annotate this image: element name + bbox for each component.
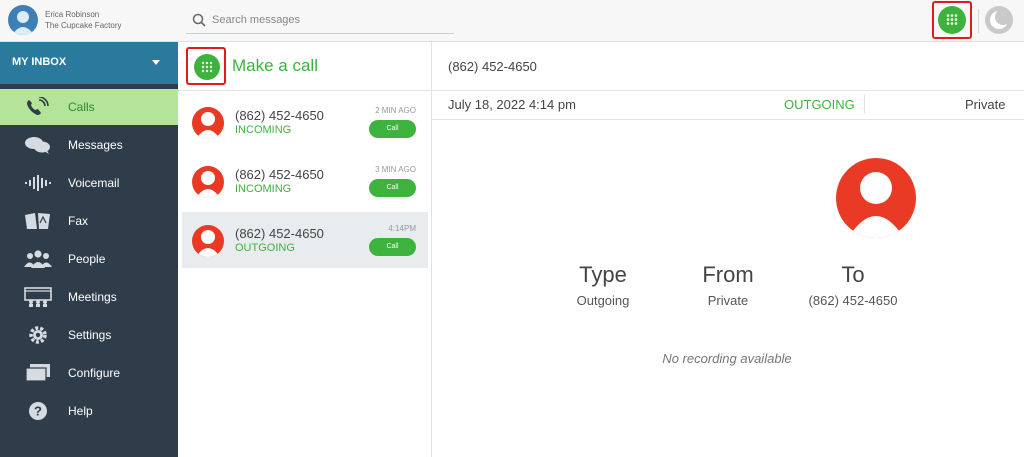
inbox-label: MY INBOX (12, 56, 67, 68)
call-list-panel: Make a call (862) 452-4650 INCOMING 2 MI… (178, 42, 432, 457)
chat-bubbles-icon (25, 137, 50, 154)
dialpad-icon (946, 14, 958, 25)
to-value: (862) 452-4650 (808, 293, 898, 308)
phone-icon (27, 97, 49, 115)
type-label: Type (579, 262, 627, 287)
call-number: (862) 452-4650 (235, 226, 324, 241)
person-icon (196, 171, 220, 198)
sidebar-item-label: Calls (68, 100, 95, 114)
user-avatar[interactable] (8, 5, 38, 35)
divider (432, 90, 1024, 91)
sidebar-item-configure[interactable]: Configure (0, 355, 178, 391)
make-call-button[interactable] (194, 54, 220, 80)
call-time: 2 MIN AGO (375, 106, 416, 115)
divider (432, 119, 1024, 120)
to-label: To (841, 262, 865, 287)
dialpad-button[interactable] (938, 6, 966, 34)
person-icon (12, 11, 34, 35)
from-value: Private (707, 293, 749, 308)
caller-avatar (192, 107, 224, 139)
sidebar-item-people[interactable]: People (0, 241, 178, 277)
call-list-item-selected[interactable]: (862) 452-4650 OUTGOING 4:14PM Call (182, 212, 428, 268)
call-detail-panel: (862) 452-4650 July 18, 2022 4:14 pm OUT… (432, 42, 1024, 457)
sidebar-item-meetings[interactable]: Meetings (0, 279, 178, 315)
call-button[interactable]: Call (369, 120, 416, 138)
sidebar-item-label: Fax (68, 214, 89, 228)
voicemail-wave-icon (25, 175, 51, 191)
divider (178, 90, 432, 91)
sidebar-item-label: Messages (68, 138, 123, 152)
top-bar: Erica Robinson The Cupcake Factory Searc… (0, 0, 1024, 42)
call-button[interactable]: Call (369, 238, 416, 256)
sidebar-item-fax[interactable]: Fax (0, 203, 178, 239)
person-icon (848, 172, 904, 238)
sidebar: MY INBOX Calls Messages Voicemail Fax Pe… (0, 42, 178, 457)
call-direction: INCOMING (235, 183, 292, 195)
from-label: From (702, 262, 754, 287)
call-list-item[interactable]: (862) 452-4650 INCOMING 3 MIN AGO Call (182, 153, 428, 209)
no-recording-message: No recording available (662, 351, 792, 366)
search-icon (192, 13, 206, 27)
search-input[interactable]: Search messages (212, 14, 300, 26)
detail-title-number: (862) 452-4650 (448, 59, 537, 74)
sidebar-item-help[interactable]: ? Help (0, 393, 178, 429)
sidebar-item-label: Help (68, 404, 93, 418)
person-icon (196, 112, 220, 139)
call-time: 3 MIN AGO (375, 165, 416, 174)
caller-avatar (192, 225, 224, 257)
search-box[interactable]: Search messages (186, 8, 454, 34)
make-call-label[interactable]: Make a call (232, 56, 318, 76)
call-button[interactable]: Call (369, 179, 416, 197)
gear-icon (29, 326, 47, 344)
divider (978, 9, 979, 33)
type-value: Outgoing (576, 293, 630, 308)
contact-avatar (836, 158, 916, 238)
call-list-item[interactable]: (862) 452-4650 INCOMING 2 MIN AGO Call (182, 94, 428, 150)
call-time: 4:14PM (388, 224, 416, 233)
call-number: (862) 452-4650 (235, 167, 324, 182)
call-date: July 18, 2022 4:14 pm (448, 97, 576, 112)
sidebar-item-voicemail[interactable]: Voicemail (0, 165, 178, 201)
call-direction: OUTGOING (235, 242, 295, 254)
sidebar-item-label: Settings (68, 328, 112, 342)
sidebar-item-label: Meetings (68, 290, 117, 304)
caller-avatar (192, 166, 224, 198)
sidebar-item-messages[interactable]: Messages (0, 127, 178, 163)
do-not-disturb-button[interactable] (985, 6, 1013, 34)
configure-icon (25, 364, 50, 382)
user-company: The Cupcake Factory (45, 21, 122, 30)
call-number: (862) 452-4650 (235, 108, 324, 123)
sidebar-item-settings[interactable]: Settings (0, 317, 178, 353)
moon-icon (990, 9, 1011, 29)
sidebar-item-label: People (68, 252, 106, 266)
user-name: Erica Robinson (45, 10, 100, 19)
divider (864, 94, 865, 114)
person-icon (196, 230, 220, 257)
call-direction: INCOMING (235, 124, 292, 136)
caret-down-icon (152, 60, 160, 65)
inbox-selector[interactable]: MY INBOX (0, 42, 178, 84)
sidebar-item-calls[interactable]: Calls (0, 89, 178, 125)
fax-icon (25, 213, 50, 229)
dialpad-icon (201, 61, 213, 73)
call-status: OUTGOING (784, 97, 855, 112)
help-icon: ? (29, 402, 47, 420)
meetings-icon (24, 287, 52, 307)
caller-id: Private (965, 97, 1006, 112)
sidebar-item-label: Voicemail (68, 176, 120, 190)
sidebar-item-label: Configure (68, 366, 121, 380)
people-icon (24, 250, 52, 268)
svg-text:?: ? (34, 404, 42, 419)
